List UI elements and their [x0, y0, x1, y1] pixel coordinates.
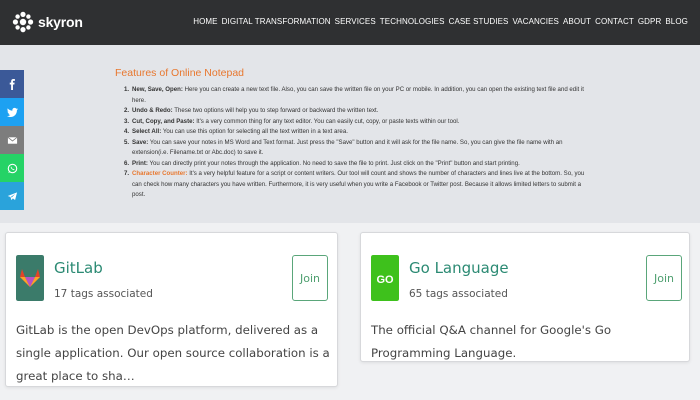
join-button[interactable]: Join	[292, 255, 328, 301]
article-section: Features of Online Notepad 1. New, Save, …	[0, 45, 700, 223]
nav-item-gdpr[interactable]: GDPR	[638, 17, 662, 26]
nav-item-services[interactable]: SERVICES	[335, 17, 376, 26]
list-item: 6. Print: You can directly print your not…	[124, 159, 520, 167]
list-item: 5. Save: You can save your notes in MS Wo…	[124, 138, 563, 157]
feature-list: 1. New, Save, Open: Here you can create a…	[124, 85, 586, 201]
svg-text:GO: GO	[376, 274, 394, 286]
community-description: The official Q&A channel for Google's Go…	[371, 323, 612, 360]
join-button[interactable]: Join	[646, 255, 682, 301]
skyron-logo-icon	[12, 11, 34, 33]
gitlab-icon	[16, 255, 44, 301]
facebook-icon	[9, 78, 15, 90]
article-title: Features of Online Notepad	[115, 67, 244, 79]
top-navigation-bar: skyron HOME DIGITAL TRANSFORMATION SERVI…	[0, 0, 700, 45]
nav-item-technologies[interactable]: TECHNOLOGIES	[380, 17, 445, 26]
nav-item-vacancies[interactable]: VACANCIES	[512, 17, 559, 26]
community-name[interactable]: Go Language	[409, 259, 509, 277]
community-name[interactable]: GitLab	[54, 259, 103, 277]
tags-count: 17 tags associated	[54, 288, 153, 300]
email-icon	[7, 136, 17, 144]
nav-item-case-studies[interactable]: CASE STUDIES	[449, 17, 509, 26]
telegram-icon	[7, 191, 17, 200]
list-item: 1. New, Save, Open: Here you can create a…	[124, 86, 584, 104]
nav-item-about[interactable]: ABOUT	[563, 17, 591, 26]
main-nav: HOME DIGITAL TRANSFORMATION SERVICES TEC…	[193, 17, 688, 26]
nav-item-digital-transformation[interactable]: DIGITAL TRANSFORMATION	[222, 17, 331, 26]
list-item: 7. Character Counter: It's a very helpful…	[124, 170, 585, 198]
list-item: 2. Undo & Redo: These two options will he…	[124, 107, 379, 114]
nav-item-blog[interactable]: BLOG	[665, 17, 688, 26]
brand-logo[interactable]: skyron	[12, 11, 83, 33]
twitter-icon	[6, 107, 18, 117]
community-card-gitlab[interactable]: GitLab 17 tags associated Join GitLab is…	[5, 232, 338, 387]
nav-item-home[interactable]: HOME	[193, 17, 217, 26]
whatsapp-icon	[7, 163, 17, 173]
tags-count: 65 tags associated	[409, 288, 508, 300]
go-language-icon: GO	[371, 255, 399, 301]
telegram-share-button[interactable]	[0, 182, 24, 210]
community-card-go-language[interactable]: GO Go Language 65 tags associated Join T…	[360, 232, 690, 362]
list-item: 4. Select All: You can use this option fo…	[124, 128, 348, 135]
social-share-rail	[0, 70, 24, 210]
list-item: 3. Cut, Copy, and Paste: It's a very comm…	[124, 117, 460, 125]
nav-item-contact[interactable]: CONTACT	[595, 17, 634, 26]
email-share-button[interactable]	[0, 126, 24, 154]
community-description: GitLab is the open DevOps platform, deli…	[16, 323, 330, 383]
brand-name: skyron	[38, 14, 83, 30]
facebook-share-button[interactable]	[0, 70, 24, 98]
whatsapp-share-button[interactable]	[0, 154, 24, 182]
twitter-share-button[interactable]	[0, 98, 24, 126]
